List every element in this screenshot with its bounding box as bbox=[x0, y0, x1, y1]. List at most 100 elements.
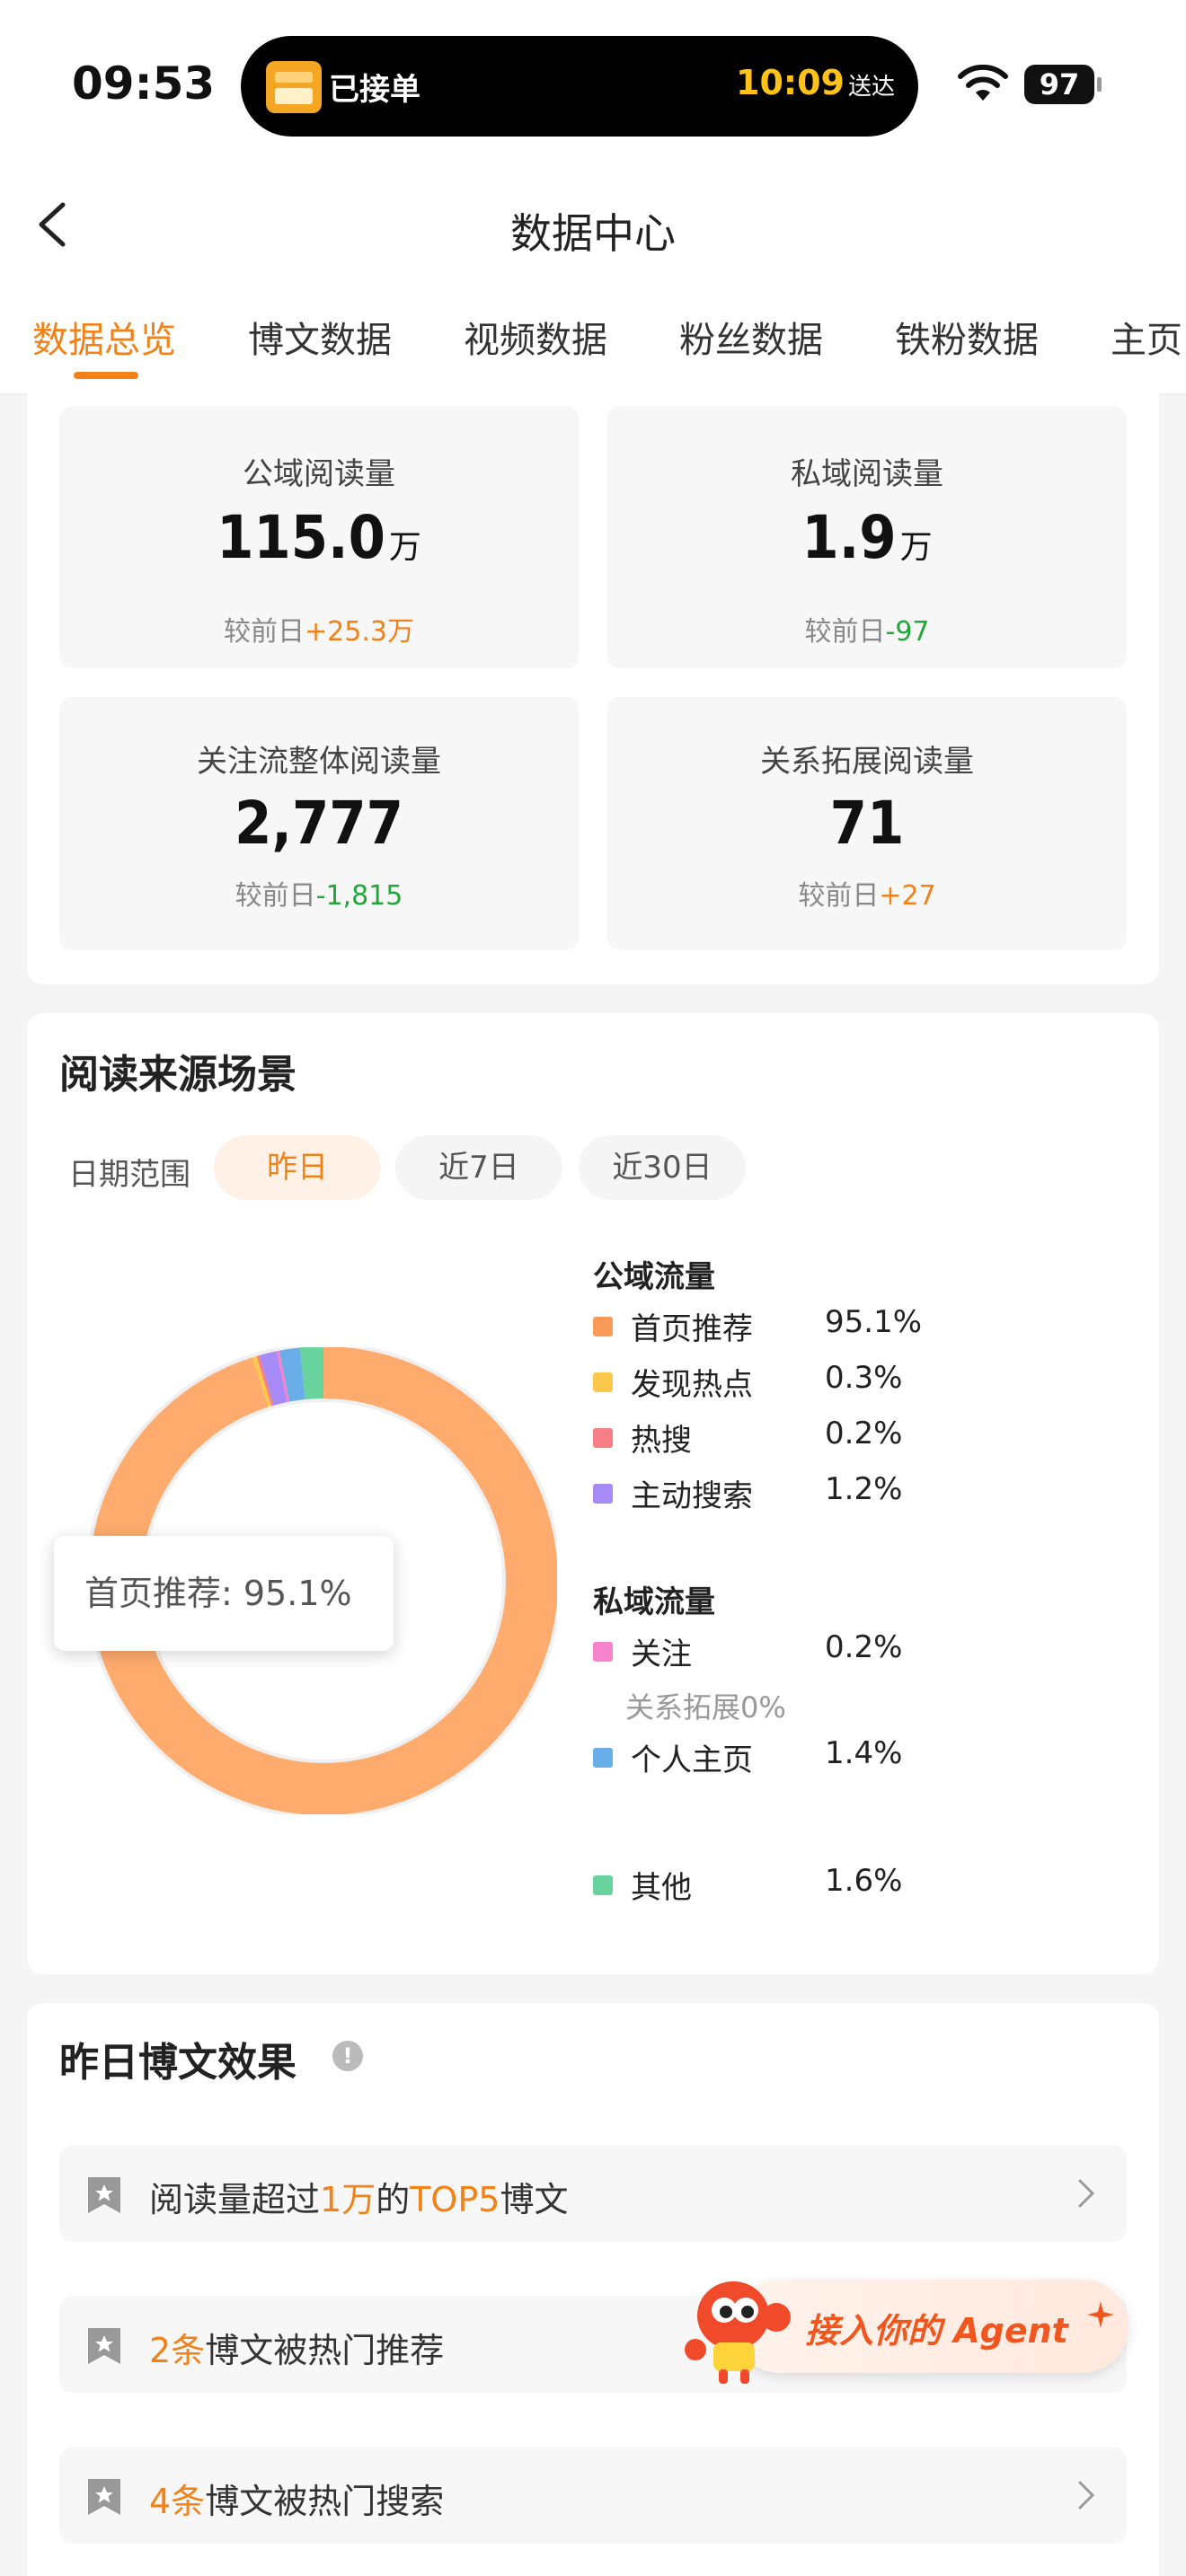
legend-value: 95.1% bbox=[825, 1304, 923, 1340]
donut-slice-关注[interactable] bbox=[276, 1350, 290, 1403]
post-row-text: 阅读量超过1万的TOP5博文 bbox=[149, 2172, 568, 2221]
compare-delta: +25.3万 bbox=[305, 616, 414, 648]
metric-compare: 较前日+27 bbox=[607, 873, 1127, 913]
metric-label: 关系拓展阅读量 bbox=[760, 744, 974, 780]
metric-private-reads[interactable]: 私域阅读量 1.9 万 较前日-97 bbox=[607, 406, 1127, 668]
sparkle-icon bbox=[1087, 2301, 1114, 2328]
legend-swatch bbox=[593, 1875, 613, 1895]
metric-label: 私域阅读量 bbox=[791, 456, 943, 492]
metric-value: 2,777 bbox=[59, 789, 579, 858]
legend-value: 1.6% bbox=[825, 1863, 903, 1899]
legend-name: 其他 bbox=[631, 1870, 692, 1906]
legend-swatch bbox=[593, 1372, 613, 1392]
legend-name: 首页推荐 bbox=[631, 1311, 753, 1347]
range-30day-pill[interactable]: 近30日 bbox=[579, 1135, 746, 1200]
legend-swatch bbox=[593, 1428, 613, 1448]
legend-name: 个人主页 bbox=[631, 1742, 753, 1778]
tab-homepage[interactable]: 主页 bbox=[1111, 311, 1182, 363]
metric-public-reads[interactable]: 公域阅读量 115.0 万 较前日+25.3万 bbox=[59, 406, 579, 668]
delivery-package-icon bbox=[266, 61, 322, 113]
metric-number: 115.0 bbox=[217, 503, 385, 572]
donut-slice-其他[interactable] bbox=[299, 1347, 324, 1400]
metric-compare: 较前日+25.3万 bbox=[59, 609, 579, 648]
legend-private-heading: 私域流量 bbox=[593, 1584, 715, 1620]
donut-slice-发现热点[interactable] bbox=[252, 1355, 272, 1407]
post-row-top5[interactable]: 阅读量超过1万的TOP5博文 bbox=[59, 2145, 1127, 2242]
metric-value: 71 bbox=[607, 789, 1127, 858]
metric-label: 公域阅读量 bbox=[243, 456, 395, 492]
legend-swatch bbox=[593, 1642, 613, 1662]
dynamic-island[interactable]: 已接单 10:09 送达 bbox=[241, 36, 918, 137]
eta-time: 10:09 bbox=[736, 63, 845, 102]
date-range-label: 日期范围 bbox=[68, 1157, 190, 1193]
row-highlight: 4条 bbox=[149, 2482, 206, 2521]
post-row-hot-search[interactable]: 4条博文被热门搜索 bbox=[59, 2447, 1127, 2544]
agent-floating-button[interactable]: 接入你的 Agent bbox=[679, 2263, 1134, 2389]
row-text-part: 的 bbox=[376, 2180, 411, 2219]
metric-value: 1.9 万 bbox=[607, 503, 1127, 572]
tab-bar: 数据总览 博文数据 视频数据 粉丝数据 铁粉数据 主页 bbox=[0, 311, 1186, 392]
compare-delta: -1,815 bbox=[315, 880, 403, 912]
bookmark-star-icon bbox=[88, 2479, 120, 2515]
battery-cap bbox=[1097, 77, 1102, 92]
row-text-part: 博文 bbox=[500, 2180, 569, 2219]
chart-tooltip: 首页推荐: 95.1% bbox=[54, 1536, 394, 1651]
legend-value: 0.2% bbox=[825, 1629, 903, 1665]
compare-delta: -97 bbox=[885, 616, 930, 648]
bookmark-star-icon bbox=[88, 2328, 120, 2364]
order-status-text: 已接单 bbox=[329, 72, 420, 108]
eta-suffix: 送达 bbox=[847, 74, 895, 101]
battery-indicator: 97 bbox=[1024, 65, 1094, 104]
compare-prefix: 较前日 bbox=[224, 616, 305, 648]
legend-value: 0.2% bbox=[825, 1416, 903, 1451]
tab-iron-fans[interactable]: 铁粉数据 bbox=[895, 311, 1039, 363]
metric-unit: 万 bbox=[899, 529, 933, 566]
metric-compare: 较前日-1,815 bbox=[59, 873, 579, 913]
legend-public-heading: 公域流量 bbox=[593, 1259, 715, 1295]
tab-overview[interactable]: 数据总览 bbox=[32, 311, 176, 363]
metric-value: 115.0 万 bbox=[59, 503, 579, 572]
legend-name: 发现热点 bbox=[631, 1367, 753, 1403]
post-row-text: 2条博文被热门推荐 bbox=[149, 2323, 444, 2372]
row-highlight: 2条 bbox=[149, 2331, 206, 2370]
page-header: 数据中心 数据总览 博文数据 视频数据 粉丝数据 铁粉数据 主页 bbox=[0, 162, 1186, 395]
legend-name: 主动搜索 bbox=[631, 1478, 753, 1514]
tab-posts[interactable]: 博文数据 bbox=[248, 311, 392, 363]
row-text-part: 博文被热门推荐 bbox=[205, 2331, 445, 2370]
section-title-reading-source: 阅读来源场景 bbox=[59, 1052, 296, 1098]
range-yesterday-pill[interactable]: 昨日 bbox=[214, 1135, 381, 1200]
metric-number: 2,777 bbox=[235, 789, 403, 858]
legend-swatch bbox=[593, 1484, 613, 1504]
status-bar: 09:53 已接单 10:09 送达 97 bbox=[0, 0, 1186, 162]
metric-compare: 较前日-97 bbox=[607, 609, 1127, 648]
section-title-post-effect: 昨日博文效果 bbox=[59, 2040, 296, 2086]
legend-swatch bbox=[593, 1748, 613, 1768]
chevron-right-icon bbox=[1078, 2481, 1095, 2510]
status-time: 09:53 bbox=[72, 57, 216, 110]
legend-name: 热搜 bbox=[631, 1423, 692, 1459]
metric-relation-reads[interactable]: 关系拓展阅读量 71 较前日+27 bbox=[607, 697, 1127, 950]
info-icon[interactable]: ! bbox=[332, 2041, 363, 2071]
legend-name: 关注 bbox=[631, 1636, 692, 1672]
page-title: 数据中心 bbox=[510, 209, 676, 258]
metric-number: 71 bbox=[829, 789, 905, 858]
legend-value: 1.2% bbox=[825, 1471, 903, 1507]
legend-note-relation-expand: 关系拓展0% bbox=[625, 1690, 786, 1725]
bookmark-star-icon bbox=[88, 2177, 120, 2213]
legend-value: 1.4% bbox=[825, 1735, 903, 1771]
donut-slice-个人主页[interactable] bbox=[279, 1347, 305, 1402]
tab-videos[interactable]: 视频数据 bbox=[464, 311, 607, 363]
agent-button-label: 接入你的 Agent bbox=[805, 2311, 1068, 2351]
legend-value: 0.3% bbox=[825, 1360, 903, 1396]
compare-prefix: 较前日 bbox=[235, 880, 316, 912]
delivery-eta: 10:09 送达 bbox=[736, 63, 895, 102]
tab-fans[interactable]: 粉丝数据 bbox=[679, 311, 823, 363]
metric-follow-feed-reads[interactable]: 关注流整体阅读量 2,777 较前日-1,815 bbox=[59, 697, 579, 950]
post-row-text: 4条博文被热门搜索 bbox=[149, 2474, 444, 2523]
row-text-part: 博文被热门搜索 bbox=[205, 2482, 445, 2521]
range-7day-pill[interactable]: 近7日 bbox=[395, 1135, 562, 1200]
row-highlight: 1万 bbox=[320, 2180, 376, 2219]
donut-slice-主动搜索[interactable] bbox=[259, 1351, 288, 1406]
row-highlight: TOP5 bbox=[410, 2180, 500, 2219]
compare-prefix: 较前日 bbox=[798, 880, 880, 912]
